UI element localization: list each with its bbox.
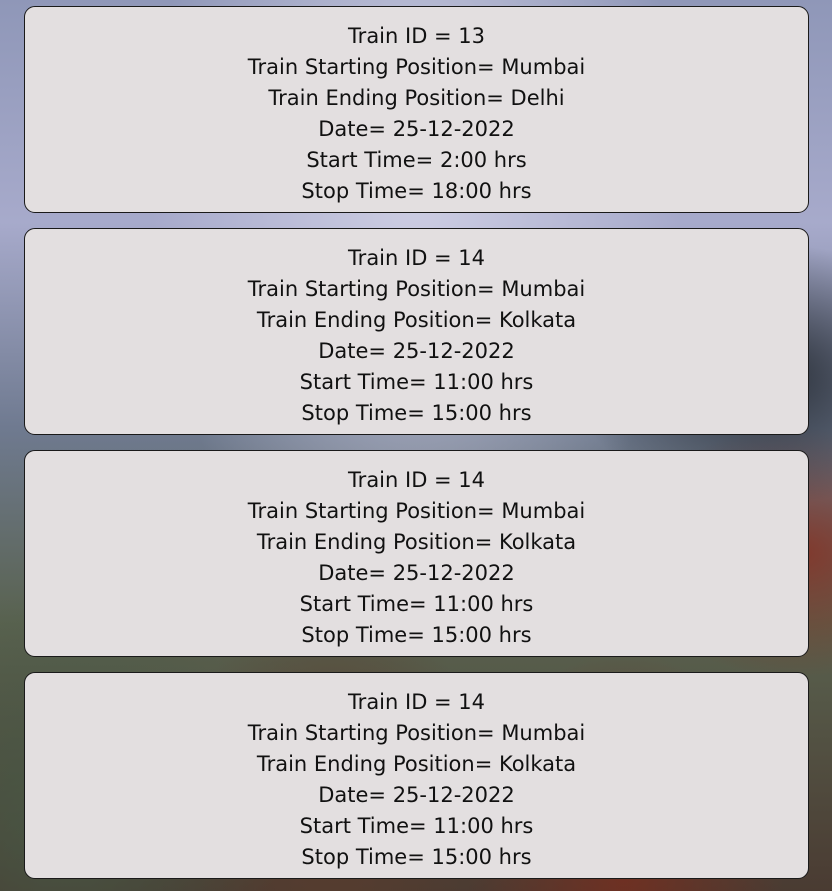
train-date: Date= 25-12-2022 [318, 339, 515, 363]
train-id: Train ID = 14 [347, 468, 486, 492]
train-ending-position: Train Ending Position= Kolkata [256, 752, 577, 776]
train-stop-time: Stop Time= 15:00 hrs [301, 623, 532, 647]
train-ending-position: Train Ending Position= Kolkata [256, 530, 577, 554]
train-date: Date= 25-12-2022 [318, 117, 515, 141]
train-starting-position: Train Starting Position= Mumbai [247, 721, 586, 745]
train-id: Train ID = 14 [347, 690, 486, 714]
train-card: Train ID = 14 Train Starting Position= M… [24, 228, 809, 435]
train-id: Train ID = 14 [347, 246, 486, 270]
train-id: Train ID = 13 [347, 24, 486, 48]
train-date: Date= 25-12-2022 [318, 783, 515, 807]
train-ending-position: Train Ending Position= Kolkata [256, 308, 577, 332]
train-date: Date= 25-12-2022 [318, 561, 515, 585]
train-card: Train ID = 14 Train Starting Position= M… [24, 450, 809, 657]
train-start-time: Start Time= 11:00 hrs [299, 814, 534, 838]
train-ending-position: Train Ending Position= Delhi [268, 86, 565, 110]
train-start-time: Start Time= 2:00 hrs [306, 148, 527, 172]
train-starting-position: Train Starting Position= Mumbai [247, 55, 586, 79]
train-start-time: Start Time= 11:00 hrs [299, 592, 534, 616]
train-card: Train ID = 14 Train Starting Position= M… [24, 672, 809, 879]
train-stop-time: Stop Time= 18:00 hrs [301, 179, 532, 203]
train-starting-position: Train Starting Position= Mumbai [247, 499, 586, 523]
train-card: Train ID = 13 Train Starting Position= M… [24, 6, 809, 213]
train-stop-time: Stop Time= 15:00 hrs [301, 845, 532, 869]
train-start-time: Start Time= 11:00 hrs [299, 370, 534, 394]
train-schedule-page: { "trains": [ { "id_text": "Train ID = 1… [0, 0, 832, 891]
train-starting-position: Train Starting Position= Mumbai [247, 277, 586, 301]
train-stop-time: Stop Time= 15:00 hrs [301, 401, 532, 425]
